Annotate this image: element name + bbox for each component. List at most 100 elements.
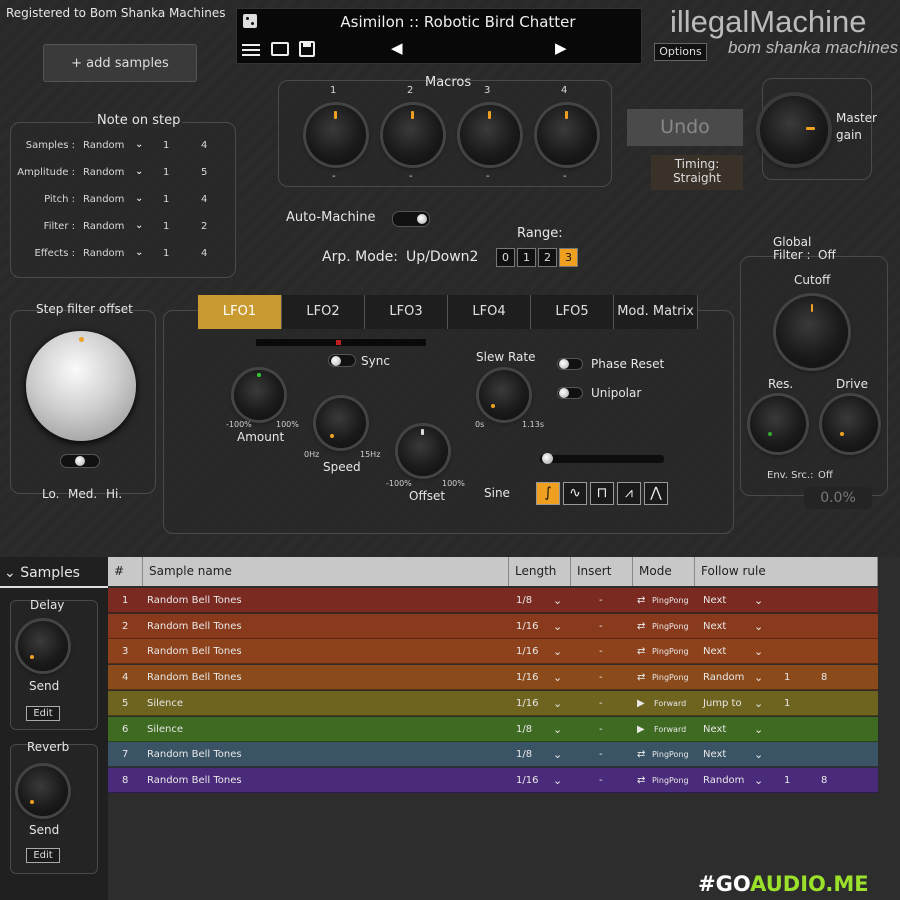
table-row[interactable]: 2 Random Bell Tones 1/16 ⌄ - ⇄ PingPong Next ⌄: [108, 613, 878, 639]
chevron-down-icon[interactable]: ⌄: [754, 614, 763, 639]
step-filter-knob[interactable]: [26, 331, 136, 441]
note-row-mode-dropdown[interactable]: Random ⌄: [83, 220, 147, 232]
table-header-cell[interactable]: #: [108, 557, 143, 586]
delay-send-knob[interactable]: [18, 621, 68, 671]
note-row-mode-dropdown[interactable]: Random ⌄: [83, 139, 147, 151]
open-folder-icon[interactable]: [271, 42, 289, 56]
delay-edit-button[interactable]: Edit: [26, 706, 60, 721]
row-mode[interactable]: PingPong: [652, 588, 689, 613]
shape-slider[interactable]: [540, 453, 664, 464]
chevron-down-icon[interactable]: ⌄: [553, 691, 562, 716]
note-row-mode-dropdown[interactable]: Random ⌄: [83, 166, 147, 178]
row-param-1[interactable]: 1: [784, 691, 790, 716]
env-src-value[interactable]: Off: [818, 470, 833, 481]
table-row[interactable]: 7 Random Bell Tones 1/8 ⌄ - ⇄ PingPong Next ⌄: [108, 742, 878, 768]
note-row-min[interactable]: 1: [163, 194, 169, 205]
unipolar-toggle[interactable]: [557, 387, 583, 399]
row-length[interactable]: 1/16: [516, 639, 538, 664]
chevron-down-icon[interactable]: ⌄: [754, 717, 763, 742]
reverb-edit-button[interactable]: Edit: [26, 848, 60, 863]
square-icon[interactable]: ⊓: [590, 482, 614, 505]
speed-knob[interactable]: [316, 398, 366, 448]
row-mode[interactable]: PingPong: [652, 614, 689, 639]
row-mode[interactable]: Forward: [654, 691, 686, 716]
note-row-mode-dropdown[interactable]: Random ⌄: [83, 247, 147, 259]
row-follow-rule[interactable]: Jump to: [703, 691, 742, 716]
reverb-send-knob[interactable]: [18, 766, 68, 816]
table-header-cell[interactable]: Follow rule: [695, 557, 878, 586]
table-header-cell[interactable]: Sample name: [143, 557, 509, 586]
lfo-tab[interactable]: LFO3: [365, 295, 448, 329]
row-insert[interactable]: -: [599, 717, 603, 742]
table-header-cell[interactable]: Insert: [571, 557, 633, 586]
note-row-max[interactable]: 4: [201, 248, 207, 259]
row-follow-rule[interactable]: Random: [703, 768, 744, 793]
preset-name[interactable]: Asimilon :: Robotic Bird Chatter: [333, 13, 583, 31]
chevron-down-icon[interactable]: ⌄: [754, 768, 763, 793]
row-mode[interactable]: PingPong: [652, 768, 689, 793]
row-follow-rule[interactable]: Next: [703, 614, 726, 639]
table-row[interactable]: 8 Random Bell Tones 1/16 ⌄ - ⇄ PingPong Random ⌄…: [108, 767, 878, 793]
macro-knob[interactable]: [537, 105, 597, 165]
drive-knob[interactable]: [822, 396, 878, 452]
table-row[interactable]: 5 Silence 1/16 ⌄ - ▶ Forward Jump to ⌄ 1: [108, 690, 878, 716]
range-option[interactable]: 2: [538, 248, 557, 267]
step-filter-switch[interactable]: [60, 454, 100, 468]
row-mode[interactable]: Forward: [654, 717, 686, 742]
row-length[interactable]: 1/16: [516, 665, 538, 690]
row-follow-rule[interactable]: Random: [703, 665, 744, 690]
chevron-down-icon[interactable]: ⌄: [754, 588, 763, 613]
row-follow-rule[interactable]: Next: [703, 588, 726, 613]
row-insert[interactable]: -: [599, 768, 603, 793]
cutoff-knob[interactable]: [776, 296, 848, 368]
master-gain-knob[interactable]: [760, 96, 828, 164]
row-length[interactable]: 1/16: [516, 691, 538, 716]
row-mode[interactable]: PingPong: [652, 639, 689, 664]
chevron-down-icon[interactable]: ⌄: [553, 639, 562, 664]
custom-wave-icon[interactable]: ⋀: [644, 482, 668, 505]
chevron-down-icon[interactable]: ⌄: [754, 742, 763, 767]
row-param-1[interactable]: 1: [784, 768, 790, 793]
row-follow-rule[interactable]: Next: [703, 717, 726, 742]
note-row-min[interactable]: 1: [163, 140, 169, 151]
macro-knob[interactable]: [460, 105, 520, 165]
range-option[interactable]: 0: [496, 248, 515, 267]
row-insert[interactable]: -: [599, 665, 603, 690]
row-insert[interactable]: -: [599, 691, 603, 716]
arp-mode-value[interactable]: Up/Down2: [406, 249, 478, 265]
row-param-1[interactable]: 1: [784, 665, 790, 690]
add-samples-button[interactable]: + add samples: [43, 44, 197, 82]
step-filter-hi[interactable]: Hi.: [106, 487, 122, 501]
lfo-tab[interactable]: LFO4: [448, 295, 531, 329]
row-length[interactable]: 1/8: [516, 742, 532, 767]
table-row[interactable]: 4 Random Bell Tones 1/16 ⌄ - ⇄ PingPong Random ⌄…: [108, 665, 878, 691]
row-insert[interactable]: -: [599, 588, 603, 613]
note-row-max[interactable]: 5: [201, 167, 207, 178]
samples-collapse-button[interactable]: ⌄ Samples: [4, 565, 80, 581]
undo-button[interactable]: Undo: [627, 109, 743, 146]
next-preset-button[interactable]: ▶: [555, 39, 567, 57]
amount-knob[interactable]: [234, 370, 284, 420]
options-button[interactable]: Options: [654, 43, 707, 61]
chevron-down-icon[interactable]: ⌄: [754, 691, 763, 716]
row-param-2[interactable]: 8: [821, 768, 827, 793]
note-row-max[interactable]: 2: [201, 221, 207, 232]
sine-alt-icon[interactable]: ∿: [563, 482, 587, 505]
chevron-down-icon[interactable]: ⌄: [553, 717, 562, 742]
lfo-tab[interactable]: LFO1: [198, 295, 282, 329]
res-knob[interactable]: [750, 396, 806, 452]
phase-reset-toggle[interactable]: [557, 358, 583, 370]
row-length[interactable]: 1/16: [516, 614, 538, 639]
table-header-cell[interactable]: Length: [509, 557, 571, 586]
offset-knob[interactable]: [398, 426, 448, 476]
sync-toggle[interactable]: [328, 354, 356, 367]
sine-icon[interactable]: ∫: [536, 482, 560, 505]
note-row-min[interactable]: 1: [163, 167, 169, 178]
chevron-down-icon[interactable]: ⌄: [553, 614, 562, 639]
macro-knob[interactable]: [383, 105, 443, 165]
saw-icon[interactable]: ⩘: [617, 482, 641, 505]
lfo-tab[interactable]: LFO5: [531, 295, 614, 329]
lfo-tab[interactable]: Mod. Matrix: [614, 295, 698, 329]
row-length[interactable]: 1/8: [516, 717, 532, 742]
row-param-2[interactable]: 8: [821, 665, 827, 690]
